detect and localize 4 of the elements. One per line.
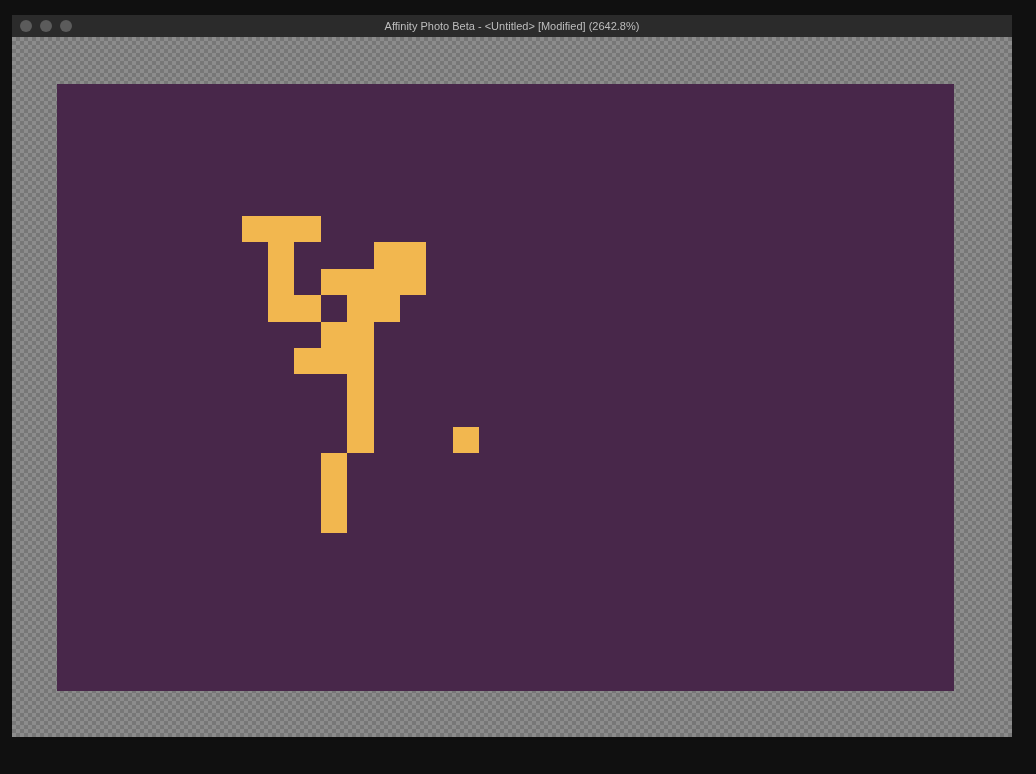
close-button[interactable] (20, 20, 32, 32)
window-title: Affinity Photo Beta - <Untitled> [Modified] (2642.8%) (384, 18, 640, 34)
minimize-button[interactable] (40, 20, 52, 32)
zoom-button[interactable] (60, 20, 72, 32)
